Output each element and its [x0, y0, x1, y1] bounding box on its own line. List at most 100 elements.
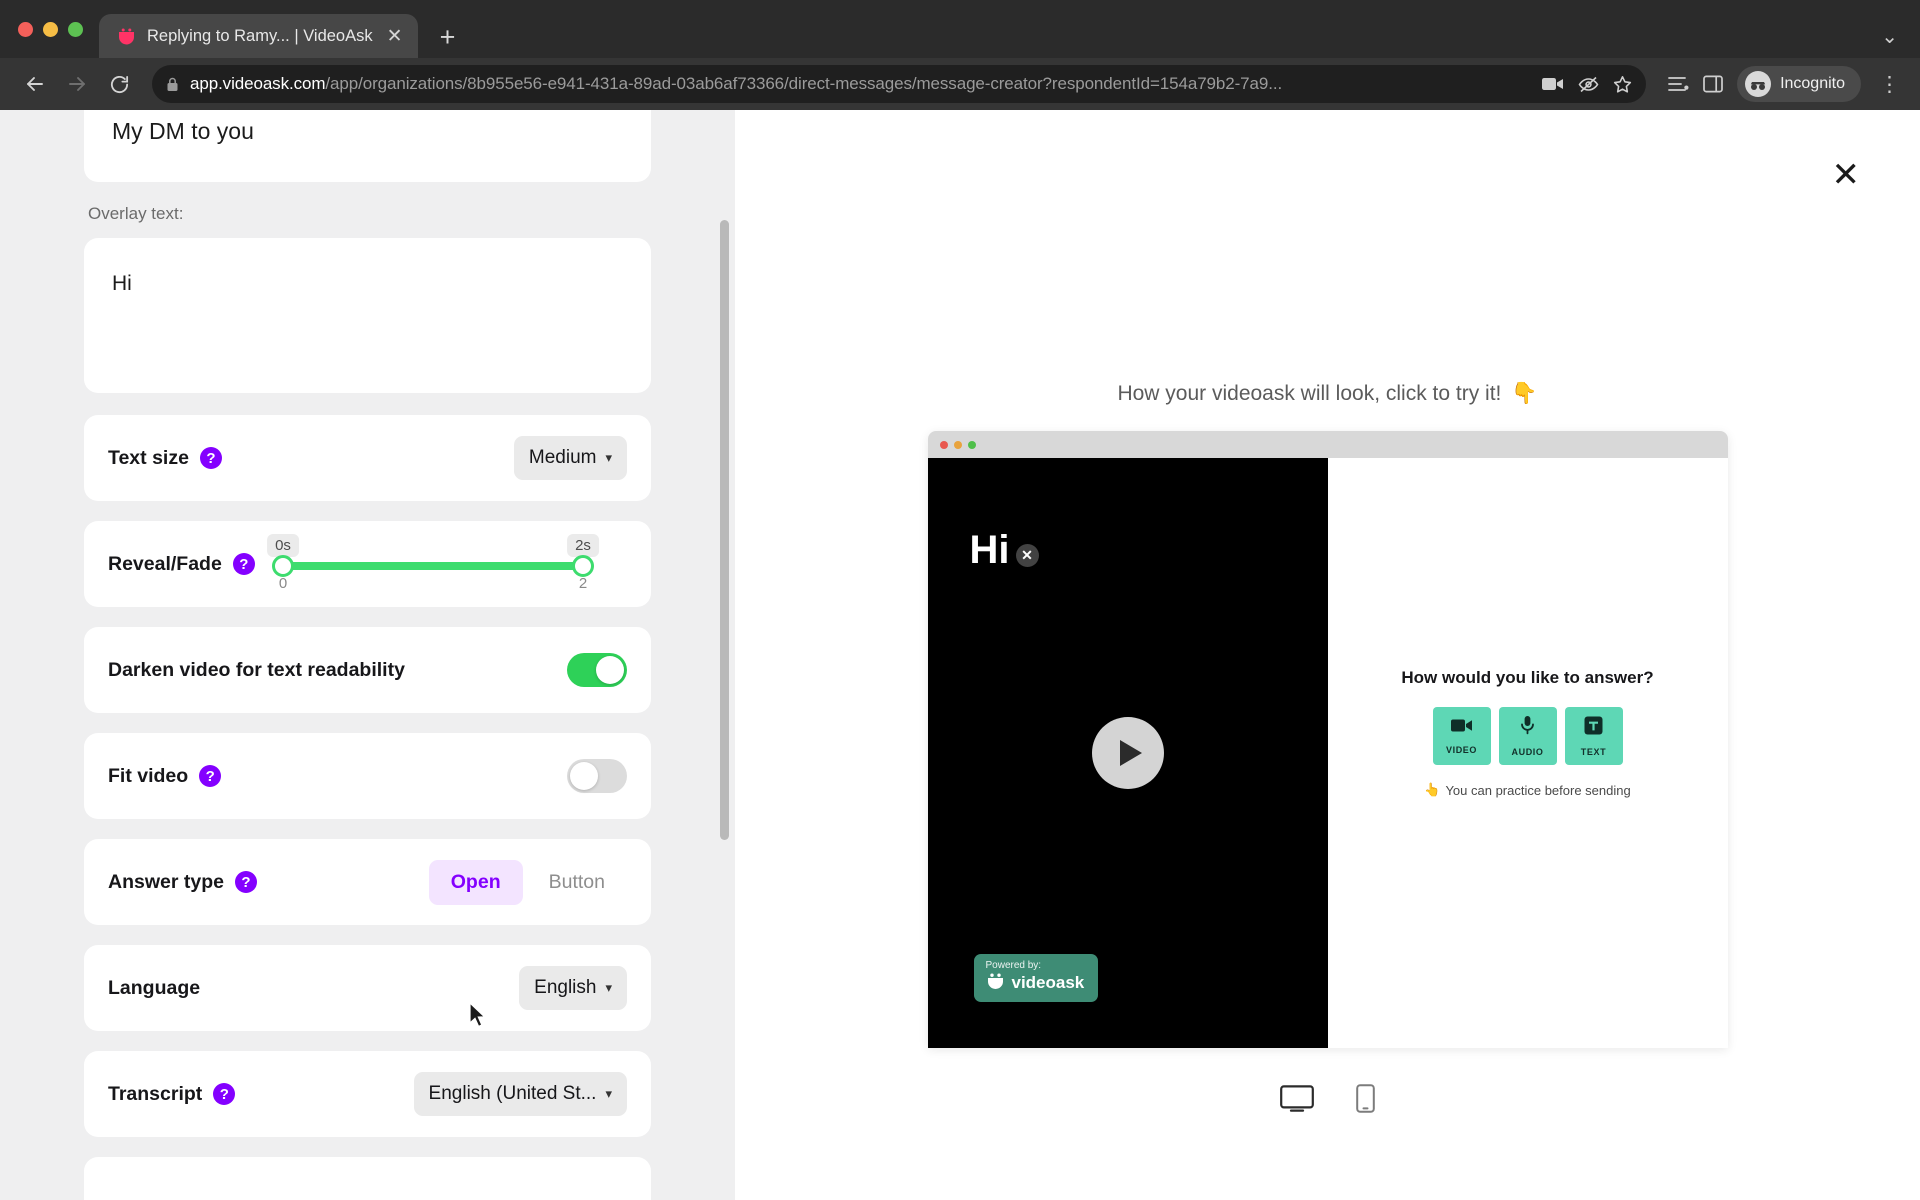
window-traffic-lights: [18, 0, 99, 58]
mock-minimize-dot: [954, 441, 962, 449]
mock-maximize-dot: [968, 441, 976, 449]
powered-by-name: videoask: [1012, 973, 1085, 993]
mock-close-dot: [940, 441, 948, 449]
help-icon[interactable]: ?: [235, 871, 257, 893]
answer-type-row: Answer type ? Open Button: [84, 839, 651, 925]
new-tab-button[interactable]: +: [440, 24, 456, 51]
profile-incognito-button[interactable]: Incognito: [1737, 66, 1861, 102]
close-window-button[interactable]: [18, 22, 33, 37]
back-arrow-icon[interactable]: [16, 65, 54, 103]
camera-icon[interactable]: [1542, 76, 1564, 92]
answer-option-audio[interactable]: AUDIO: [1499, 707, 1557, 765]
chevron-down-icon: ▾: [605, 980, 612, 996]
preview-practice-note-text: You can practice before sending: [1445, 783, 1630, 798]
maximize-window-button[interactable]: [68, 22, 83, 37]
fit-video-label: Fit video: [108, 765, 188, 788]
darken-video-toggle[interactable]: [567, 653, 627, 687]
text-size-row: Text size ? Medium ▾: [84, 415, 651, 501]
videoask-logo-icon: [986, 972, 1005, 994]
answer-type-label-group: Answer type ?: [108, 871, 257, 894]
reveal-start-tick: 0: [279, 575, 287, 592]
reveal-fade-slider[interactable]: 0s 2s 0 2: [283, 536, 583, 592]
answer-option-text[interactable]: TEXT: [1565, 707, 1623, 765]
star-icon[interactable]: [1613, 75, 1632, 94]
reveal-end-tick: 2: [579, 575, 587, 592]
close-icon[interactable]: ✕: [1832, 158, 1861, 192]
microphone-icon: [1520, 715, 1535, 740]
text-size-select[interactable]: Medium ▾: [514, 436, 627, 480]
browser-tab[interactable]: Replying to Ramy... | VideoAsk ✕: [99, 14, 418, 58]
profile-label: Incognito: [1780, 75, 1845, 93]
overlay-text-value: Hi: [112, 272, 623, 296]
chevron-down-icon: ▾: [605, 450, 612, 466]
overlay-text-input[interactable]: Hi: [84, 238, 651, 393]
answer-type-segmented-control: Open Button: [429, 860, 627, 905]
page-title: My DM to you: [108, 110, 254, 145]
preview-caption: How your videoask will look, click to tr…: [1117, 382, 1537, 406]
transcript-select[interactable]: English (United St... ▾: [414, 1072, 627, 1116]
toggle-thumb: [570, 762, 598, 790]
reading-list-icon[interactable]: [1668, 75, 1689, 93]
side-panel-icon[interactable]: [1703, 75, 1723, 93]
powered-by-videoask-badge[interactable]: Powered by: videoask: [974, 954, 1099, 1002]
preview-overlay-text: Hi: [970, 528, 1010, 573]
answer-type-label: Answer type: [108, 871, 224, 894]
forward-arrow-icon[interactable]: [58, 65, 96, 103]
preview-mock-titlebar: [928, 431, 1728, 458]
preview-mock-browser[interactable]: Hi ✕ Powered by: videoask: [928, 431, 1728, 1048]
desktop-icon[interactable]: [1280, 1085, 1314, 1117]
slider-knob-start[interactable]: [272, 555, 294, 577]
language-value: English: [534, 977, 596, 999]
answer-option-text-label: TEXT: [1581, 747, 1606, 757]
help-icon[interactable]: ?: [200, 447, 222, 469]
text-size-label: Text size: [108, 447, 189, 470]
help-icon[interactable]: ?: [199, 765, 221, 787]
lock-icon: [166, 77, 180, 92]
eye-off-icon[interactable]: [1578, 76, 1599, 93]
answer-type-option-button[interactable]: Button: [527, 860, 627, 905]
pointing-up-emoji-icon: 👆: [1424, 782, 1440, 798]
powered-by-label: Powered by:: [986, 960, 1085, 972]
play-icon[interactable]: [1092, 717, 1164, 789]
video-camera-icon: [1451, 718, 1473, 738]
answer-type-option-open[interactable]: Open: [429, 860, 523, 905]
answer-option-video[interactable]: VIDEO: [1433, 707, 1491, 765]
language-select[interactable]: English ▾: [519, 966, 627, 1010]
kebab-menu-icon[interactable]: ⋮: [1875, 74, 1904, 95]
help-icon[interactable]: ?: [213, 1083, 235, 1105]
language-label: Language: [108, 977, 200, 1000]
videoask-logo-icon: [117, 27, 136, 46]
chevron-down-icon[interactable]: ⌄: [1881, 24, 1920, 58]
close-icon[interactable]: ✕: [384, 27, 406, 46]
settings-scrollbar[interactable]: [720, 220, 729, 840]
preview-panel: ✕ How your videoask will look, click to …: [735, 110, 1920, 1200]
slider-track[interactable]: [283, 562, 583, 570]
chevron-down-icon: ▾: [605, 1086, 612, 1102]
transcript-row: Transcript ? English (United St... ▾: [84, 1051, 651, 1137]
mobile-icon[interactable]: [1356, 1084, 1375, 1118]
fit-video-toggle[interactable]: [567, 759, 627, 793]
browser-right-actions: Incognito ⋮: [1660, 66, 1904, 102]
preview-overlay-text-group: Hi ✕: [970, 528, 1039, 573]
preview-video-area[interactable]: Hi ✕ Powered by: videoask: [928, 458, 1328, 1048]
slider-knob-end[interactable]: [572, 555, 594, 577]
settings-panel: My DM to you Overlay text: Hi Text size …: [0, 110, 735, 1200]
fit-video-row: Fit video ?: [84, 733, 651, 819]
preview-answer-area: How would you like to answer? VIDEO: [1328, 458, 1728, 1048]
preview-answer-options: VIDEO AUDIO: [1433, 707, 1623, 765]
browser-window: Replying to Ramy... | VideoAsk ✕ + ⌄ app…: [0, 0, 1920, 1200]
address-bar[interactable]: app.videoask.com/app/organizations/8b955…: [152, 65, 1646, 103]
text-size-value: Medium: [529, 447, 597, 469]
minimize-window-button[interactable]: [43, 22, 58, 37]
preview-caption-text: How your videoask will look, click to tr…: [1117, 382, 1501, 406]
fit-video-label-group: Fit video ?: [108, 765, 221, 788]
reload-icon[interactable]: [100, 65, 138, 103]
dm-title-card[interactable]: My DM to you: [84, 110, 651, 182]
transcript-label: Transcript: [108, 1083, 202, 1106]
powered-by-brand: videoask: [986, 972, 1085, 994]
close-icon[interactable]: ✕: [1016, 544, 1039, 567]
help-icon[interactable]: ?: [233, 553, 255, 575]
reveal-fade-row: Reveal/Fade ? 0s 2s 0 2: [84, 521, 651, 607]
pointing-down-emoji-icon: 👇: [1511, 382, 1537, 406]
overlay-text-label: Overlay text:: [84, 204, 651, 224]
